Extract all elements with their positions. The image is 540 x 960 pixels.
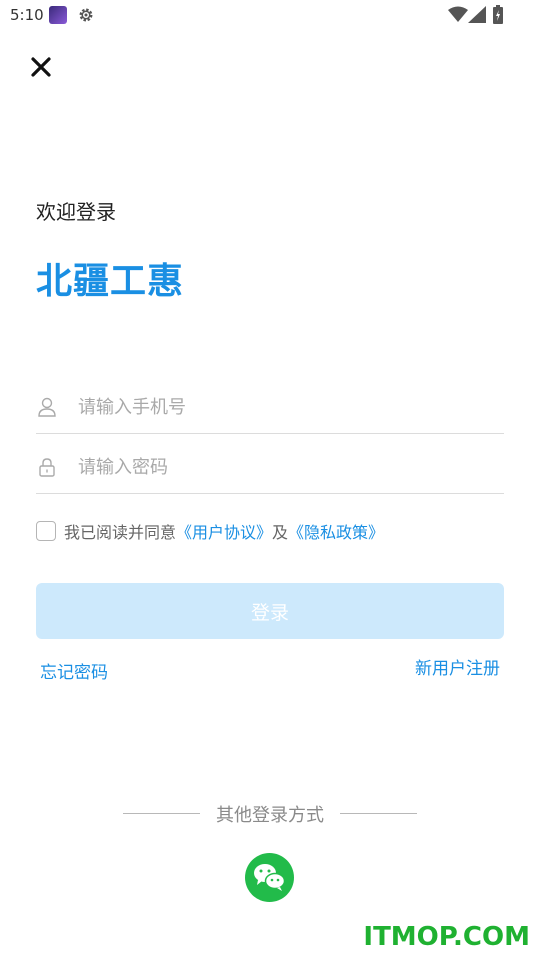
watermark-text: ITMOP.COM (363, 922, 530, 952)
user-agreement-link[interactable]: 《用户协议》 (176, 519, 272, 543)
app-name-title: 北疆工惠 (36, 261, 185, 302)
register-link[interactable]: 新用户注册 (415, 654, 500, 679)
cell-signal-icon (468, 6, 486, 23)
login-button[interactable]: 登录 (36, 583, 504, 639)
wechat-icon (254, 864, 286, 891)
forgot-password-link[interactable]: 忘记密码 (40, 658, 108, 683)
wechat-login-button[interactable] (245, 853, 294, 902)
lock-icon (39, 458, 55, 477)
status-time: 5:10 (10, 6, 44, 24)
password-input[interactable] (76, 451, 500, 483)
wifi-icon (448, 6, 468, 22)
agreement-conjunction: 及 (272, 523, 289, 542)
phone-field-row (36, 383, 504, 434)
agreement-prefix: 我已阅读并同意 (64, 523, 177, 542)
welcome-text: 欢迎登录 (36, 200, 116, 224)
privacy-policy-link[interactable]: 《隐私政策》 (288, 519, 384, 543)
user-icon (38, 397, 56, 417)
password-field-row (36, 443, 504, 494)
status-bar: 5:10 (0, 0, 540, 30)
battery-icon (493, 5, 503, 24)
agreement-row: 我已阅读并同意 《用户协议》 及 《隐私政策》 (36, 518, 384, 544)
app-notification-icon (49, 6, 67, 24)
settings-gear-icon (79, 8, 93, 22)
phone-input[interactable] (76, 391, 500, 423)
close-icon[interactable] (28, 54, 54, 80)
other-login-label: 其他登录方式 (216, 805, 324, 826)
agreement-checkbox[interactable] (36, 521, 56, 541)
